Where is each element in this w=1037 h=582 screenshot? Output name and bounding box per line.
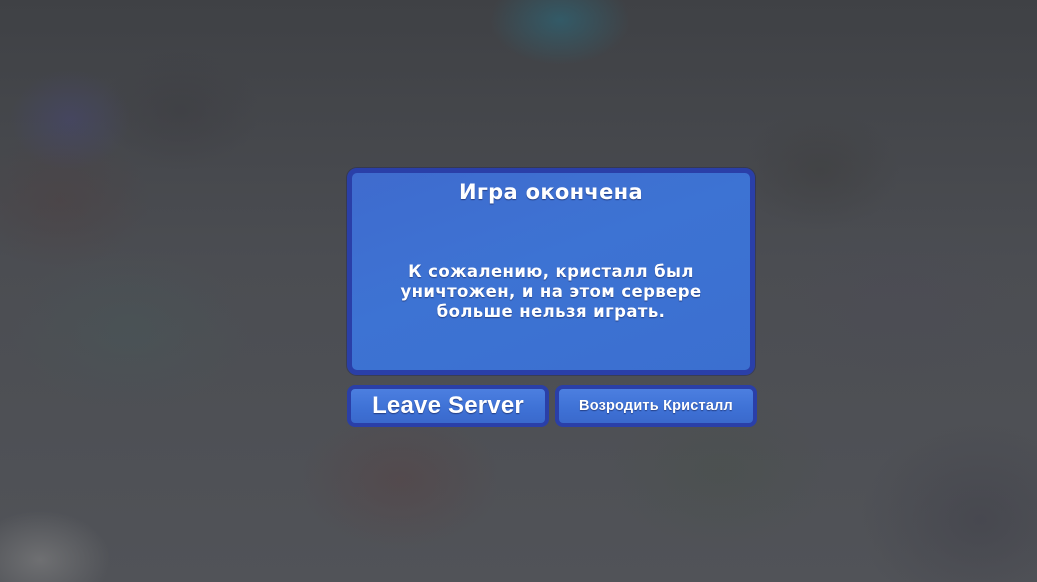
dialog-title: Игра окончена bbox=[459, 180, 643, 204]
revive-crystal-button[interactable]: Возродить Кристалл bbox=[555, 385, 757, 427]
dialog-message: К сожалению, кристалл был уничтожен, и н… bbox=[400, 262, 702, 321]
game-over-dialog: Игра окончена К сожалению, кристалл был … bbox=[347, 168, 755, 375]
leave-server-button[interactable]: Leave Server bbox=[347, 385, 549, 427]
